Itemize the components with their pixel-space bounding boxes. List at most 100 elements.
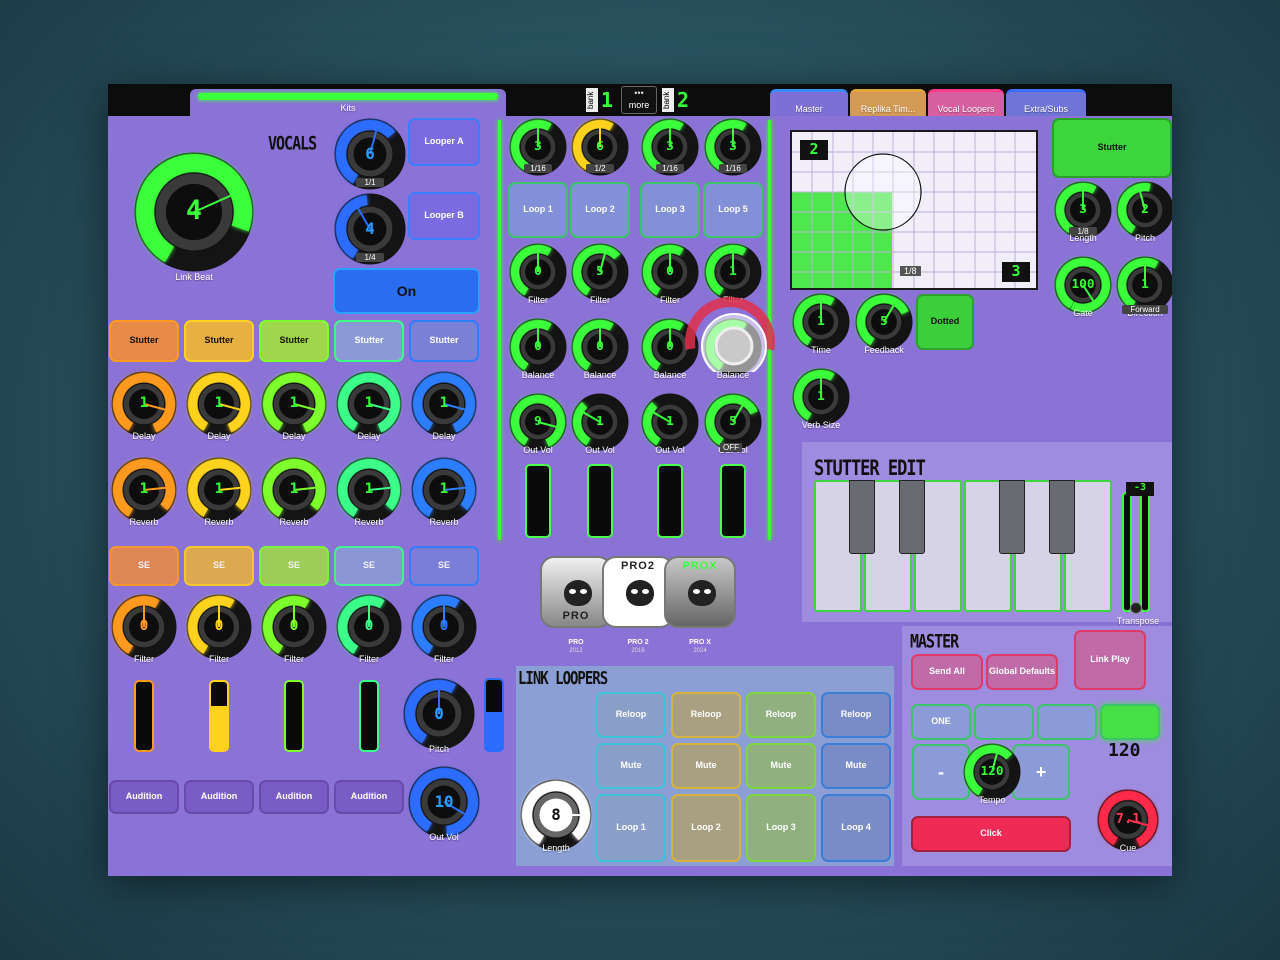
loop-rate-knob-division: 1/16 [719, 164, 747, 173]
stutter-pitch-label: Pitch [1134, 233, 1155, 243]
audition-button[interactable]: Audition [259, 780, 329, 814]
loop-button[interactable]: Loop 1 [508, 182, 568, 238]
more-label: more [628, 100, 650, 110]
direction-knob-value: 1 [1141, 276, 1149, 292]
link-loop-button[interactable]: Loop 4 [821, 794, 891, 862]
bank-right-button[interactable]: bank 2 [662, 86, 692, 114]
send-all-button[interactable]: Send All [911, 654, 983, 690]
link-reloop-button[interactable]: Reloop [671, 692, 741, 738]
channel-meter [134, 680, 154, 752]
vocals-knob-a-value: 6 [365, 143, 375, 163]
link-mute-button[interactable]: Mute [671, 743, 741, 789]
dotted-button[interactable]: Dotted [916, 294, 974, 350]
se-button[interactable]: SE [409, 546, 479, 586]
loop-button[interactable]: Loop 2 [570, 182, 630, 238]
tempo-minus-button[interactable]: - [912, 744, 970, 800]
link-mute-button[interactable]: Mute [746, 743, 816, 789]
pitch-label: Pitch [428, 744, 449, 754]
black-key[interactable] [1049, 480, 1075, 554]
tab-vocal-loopers[interactable]: Vocal Loopers [928, 89, 1004, 116]
filter-knob-value: 0 [289, 617, 299, 634]
black-key[interactable] [849, 480, 875, 554]
time-knob-value: 1 [817, 313, 825, 329]
loop-rate-knob-value: 3 [666, 138, 674, 154]
loop-off-label: OFF [720, 443, 742, 452]
tab-replika[interactable]: Replika Tim... [850, 89, 926, 116]
transpose-thumb[interactable] [1130, 602, 1142, 614]
vocals-knob-b-value: 4 [365, 218, 375, 238]
loop-balance-knob-value: 0 [534, 338, 542, 354]
link-loop-button[interactable]: Loop 3 [746, 794, 816, 862]
tab-kits-label: Kits [340, 103, 356, 113]
loop-rate-knob-value: 6 [596, 138, 604, 154]
direction-mode: Forward [1122, 305, 1168, 314]
filter-knob-value: 0 [214, 617, 224, 634]
stutter-main-button[interactable]: Stutter [1052, 118, 1172, 178]
global-defaults-button[interactable]: Global Defaults [986, 654, 1058, 690]
one-button[interactable]: ONE [911, 704, 971, 740]
reverb-label: Reverb [204, 517, 234, 527]
tempo-display: 120 [1108, 740, 1141, 761]
looper-b-button[interactable]: Looper B [408, 192, 480, 240]
filter-knob-value: 0 [439, 617, 449, 634]
loop-button[interactable]: Loop 5 [703, 182, 763, 238]
step-button-4[interactable] [1100, 704, 1160, 740]
se-button[interactable]: SE [109, 546, 179, 586]
click-button[interactable]: Click [911, 816, 1071, 852]
se-button[interactable]: SE [259, 546, 329, 586]
loop-rate-knob-value: 3 [534, 138, 542, 154]
channel-stutter-button[interactable]: Stutter [259, 320, 329, 362]
link-beat-label: Link Beat [175, 272, 213, 282]
cue-knob-value: 7.1 [1115, 811, 1141, 828]
looper-a-button[interactable]: Looper A [408, 118, 480, 166]
channel-stutter-button[interactable]: Stutter [409, 320, 479, 362]
audition-button[interactable]: Audition [334, 780, 404, 814]
on-button[interactable]: On [333, 268, 480, 314]
pitch-knob-value: 0 [434, 703, 444, 723]
black-key[interactable] [899, 480, 925, 554]
transpose-slider[interactable]: -3 [1118, 482, 1158, 614]
loop-button[interactable]: Loop 3 [640, 182, 700, 238]
tab-extra-subs[interactable]: Extra/Subs [1006, 89, 1086, 116]
channel-stutter-button[interactable]: Stutter [334, 320, 404, 362]
more-button[interactable]: ••• more [621, 86, 657, 114]
tab-master[interactable]: Master [770, 89, 848, 116]
cue-label: Cue [1119, 843, 1137, 853]
section-divider [498, 120, 501, 540]
se-button[interactable]: SE [184, 546, 254, 586]
audition-button[interactable]: Audition [184, 780, 254, 814]
step-button-2[interactable] [974, 704, 1034, 740]
tab-kits[interactable]: Kits [190, 89, 506, 116]
xy-grid [792, 132, 1036, 288]
bank-left-button[interactable]: bank 1 [586, 86, 616, 114]
link-mute-button[interactable]: Mute [821, 743, 891, 789]
link-mute-button[interactable]: Mute [596, 743, 666, 789]
stutter-edit-title: STUTTER EDIT [814, 456, 926, 481]
active-filter-overlay[interactable] [678, 272, 778, 372]
loop-meter [720, 464, 746, 538]
xy-top-value: 2 [800, 140, 828, 160]
delay-knob-value: 1 [289, 394, 299, 411]
xy-pad[interactable]: 2 1/8 3 [790, 130, 1038, 290]
bank-right-label: bank [662, 88, 674, 112]
xy-cursor[interactable] [844, 153, 922, 231]
link-reloop-button[interactable]: Reloop [746, 692, 816, 738]
step-button-3[interactable] [1037, 704, 1097, 740]
link-reloop-button[interactable]: Reloop [596, 692, 666, 738]
audition-button[interactable]: Audition [109, 780, 179, 814]
app-icon-prox[interactable]: PROX [664, 556, 736, 628]
link-reloop-button[interactable]: Reloop [821, 692, 891, 738]
link-loop-button[interactable]: Loop 2 [671, 794, 741, 862]
black-key[interactable] [999, 480, 1025, 554]
se-button[interactable]: SE [334, 546, 404, 586]
keyboard[interactable] [814, 480, 1114, 614]
link-play-button[interactable]: Link Play [1074, 630, 1146, 690]
delay-label: Delay [282, 431, 306, 441]
channel-stutter-button[interactable]: Stutter [109, 320, 179, 362]
link-loop-button[interactable]: Loop 1 [596, 794, 666, 862]
loop-balance-knob-value: 0 [596, 338, 604, 354]
reverb-label: Reverb [354, 517, 384, 527]
channel-stutter-button[interactable]: Stutter [184, 320, 254, 362]
app-window: Kits bank 1 ••• more bank 2 VOCALS Loope… [108, 84, 1172, 876]
alien-mask-icon [564, 580, 592, 606]
